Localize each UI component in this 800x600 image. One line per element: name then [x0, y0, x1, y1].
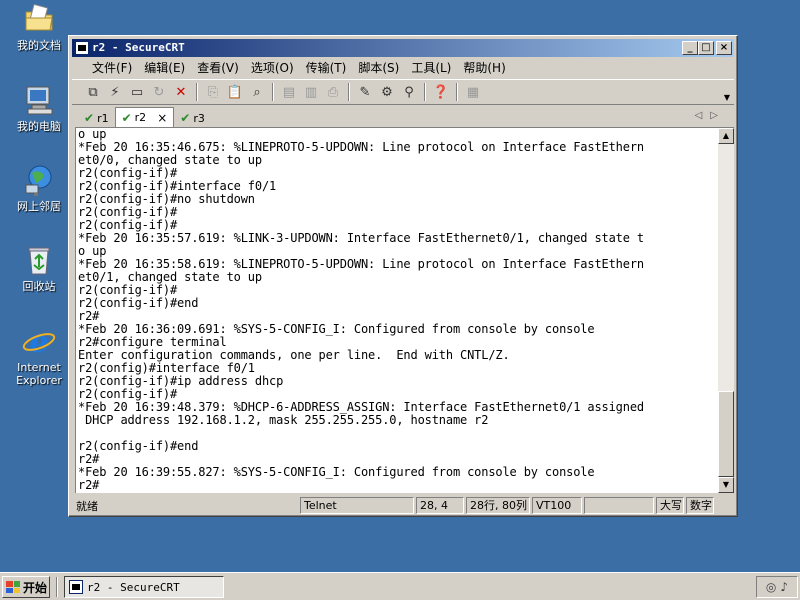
start-label: 开始: [23, 580, 48, 595]
desktop-icon-my-computer[interactable]: 我的电脑: [4, 83, 74, 133]
print-icon[interactable]: ⎙: [323, 82, 343, 102]
copy-icon[interactable]: ⎘: [203, 82, 223, 102]
scroll-thumb[interactable]: [718, 391, 734, 477]
desktop-icon-recycle-bin[interactable]: 回收站: [4, 243, 74, 293]
help-icon[interactable]: ❓: [431, 82, 451, 102]
window-title: r2 - SecureCRT: [92, 41, 185, 54]
terminal-output[interactable]: o up *Feb 20 16:35:46.675: %LINEPROTO-5-U…: [75, 127, 718, 493]
securecrt-app-icon[interactable]: [75, 41, 89, 55]
menu-help[interactable]: 帮助(H): [457, 58, 511, 78]
terminal-line: r2(config-if)#end: [78, 296, 199, 310]
desktop-icon-network[interactable]: 网上邻居: [4, 163, 74, 213]
menu-script[interactable]: 脚本(S): [352, 58, 405, 78]
menu-tools[interactable]: 工具(L): [405, 58, 457, 78]
status-bar: 就绪 Telnet 28, 4 28行, 80列 VT100 大写 数字: [72, 496, 734, 515]
ie-icon: e: [22, 324, 56, 360]
close-button[interactable]: ×: [716, 41, 732, 55]
tab-r1[interactable]: ✔ r1: [78, 109, 115, 127]
desktop-icon-internet-explorer[interactable]: e Internet Explorer: [4, 324, 74, 387]
start-button[interactable]: 开始: [2, 576, 50, 598]
menu-transfer[interactable]: 传输(T): [300, 58, 353, 78]
maximize-button[interactable]: □: [698, 41, 714, 55]
window-titlebar[interactable]: r2 - SecureCRT _ □ ×: [72, 39, 734, 57]
desktop-icon-label: Internet Explorer: [16, 361, 62, 387]
print-selection-icon[interactable]: ▥: [301, 82, 321, 102]
tray-network-icon[interactable]: ◎: [766, 580, 776, 594]
vertical-scrollbar[interactable]: ▲ ▼: [718, 127, 734, 493]
tab-scroll-arrows-icon[interactable]: ◁▷: [695, 110, 726, 121]
status-protocol: Telnet: [300, 497, 414, 514]
menu-bar: 文件(F) 编辑(E) 查看(V) 选项(O) 传输(T) 脚本(S) 工具(L…: [72, 58, 734, 78]
menu-file[interactable]: 文件(F): [86, 58, 138, 78]
status-ready: 就绪: [76, 499, 98, 513]
menu-view[interactable]: 查看(V): [191, 58, 245, 78]
print-setup-icon[interactable]: ▤: [279, 82, 299, 102]
status-num: 数字: [686, 497, 714, 514]
tab-close-icon[interactable]: ×: [157, 111, 167, 125]
securecrt-window: r2 - SecureCRT _ □ × 文件(F) 编辑(E) 查看(V) 选…: [68, 35, 738, 517]
scroll-down-icon[interactable]: ▼: [718, 477, 734, 493]
desktop-icon-label: 回收站: [22, 280, 56, 293]
connect-icon[interactable]: ⧉: [83, 82, 103, 102]
connected-check-icon: ✔: [121, 110, 132, 125]
taskbar-item-label: r2 - SecureCRT: [87, 580, 180, 594]
terminal-line: DHCP address 192.168.1.2, mask 255.255.2…: [78, 413, 489, 427]
reconnect-icon[interactable]: ↻: [149, 82, 169, 102]
network-icon: [22, 163, 56, 197]
tab-r3[interactable]: ✔ r3: [174, 109, 211, 127]
status-blank: [584, 497, 654, 514]
connected-check-icon: ✔: [84, 111, 95, 125]
taskbar-item-securecrt[interactable]: r2 - SecureCRT: [64, 576, 224, 598]
recycle-bin-icon: [22, 243, 56, 277]
tray-volume-icon[interactable]: ♪: [780, 580, 788, 594]
desktop-icon-label: 网上邻居: [17, 200, 61, 213]
session-tab-bar: ✔ r1 ✔ r2 × ✔ r3 ◁▷: [72, 107, 734, 127]
find-icon[interactable]: ⌕: [247, 82, 267, 102]
connected-check-icon: ✔: [180, 111, 191, 125]
tab-label: r2: [134, 111, 147, 124]
tab-label: r1: [97, 111, 109, 125]
scroll-up-icon[interactable]: ▲: [718, 128, 734, 144]
terminal-line: *Feb 20 16:39:55.827: %SYS-5-CONFIG_I: C…: [78, 465, 595, 479]
global-options-icon[interactable]: ⚙: [377, 82, 397, 102]
menu-edit[interactable]: 编辑(E): [138, 58, 191, 78]
tab-label: r3: [193, 111, 205, 125]
status-caps: 大写: [656, 497, 684, 514]
toolbar-overflow-icon[interactable]: ▼: [724, 93, 730, 102]
sftp-icon[interactable]: ▦: [463, 82, 483, 102]
keymap-icon[interactable]: ⚲: [399, 82, 419, 102]
windows-logo-icon: [6, 581, 20, 593]
paste-icon[interactable]: 📋: [225, 82, 245, 102]
securecrt-app-icon: [69, 580, 83, 594]
session-options-icon[interactable]: ✎: [355, 82, 375, 102]
computer-icon: [22, 83, 56, 117]
menu-options[interactable]: 选项(O): [245, 58, 300, 78]
desktop-icon-label: 我的电脑: [17, 120, 61, 133]
minimize-button[interactable]: _: [682, 41, 698, 55]
system-tray: ◎ ♪: [756, 576, 798, 598]
tab-r2[interactable]: ✔ r2 ×: [114, 107, 175, 127]
desktop-icon-my-documents[interactable]: 我的文档: [4, 2, 74, 52]
quick-connect-icon[interactable]: ⚡: [105, 82, 125, 102]
folder-documents-icon: [22, 2, 56, 36]
status-cursor: 28, 4: [416, 497, 464, 514]
terminal-line: r2#: [78, 478, 100, 492]
taskbar: 开始 r2 - SecureCRT ◎ ♪: [0, 572, 800, 600]
disconnect-icon[interactable]: ✕: [171, 82, 191, 102]
toolbar: ⧉ ⚡ ▭ ↻ ✕ ⎘ 📋 ⌕ ▤ ▥ ⎙ ✎ ⚙ ⚲ ❓ ▦ ▼: [72, 79, 734, 105]
desktop-icon-label: 我的文档: [17, 39, 61, 52]
connect-in-tab-icon[interactable]: ▭: [127, 82, 147, 102]
status-size: 28行, 80列: [466, 497, 530, 514]
status-emulation: VT100: [532, 497, 582, 514]
terminal-line: r2(config-if)#end: [78, 439, 199, 453]
terminal-line: *Feb 20 16:35:57.619: %LINK-3-UPDOWN: In…: [78, 231, 644, 245]
svg-text:e: e: [29, 325, 48, 358]
